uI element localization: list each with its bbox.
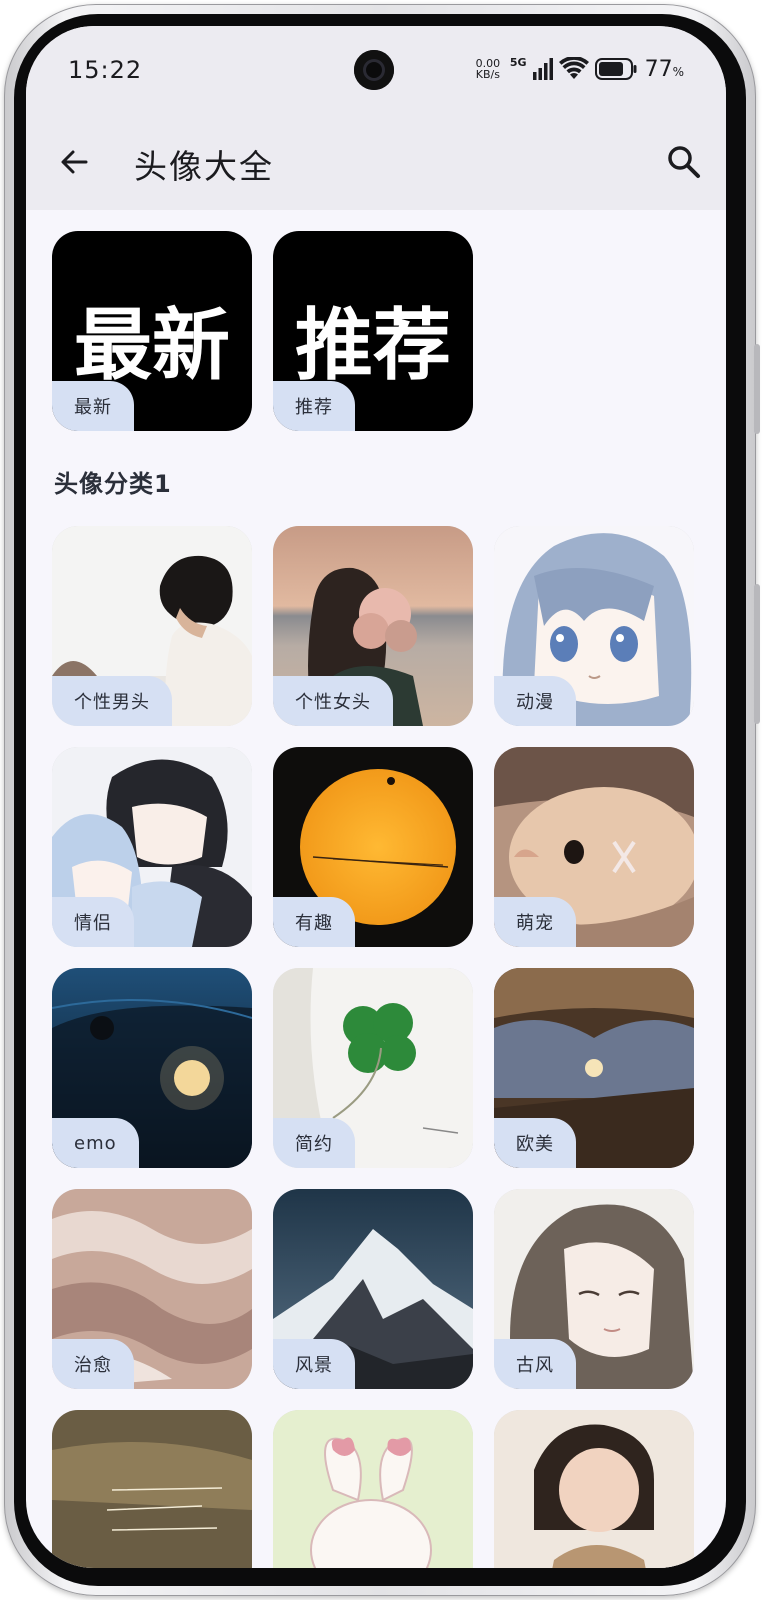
search-button[interactable] [658,136,710,188]
category-tile[interactable]: 古风 [494,1189,694,1389]
category-label: 简约 [273,1118,355,1168]
battery-icon [594,58,637,80]
category-tile[interactable]: 有趣 [273,747,473,947]
category-tile[interactable] [494,1410,694,1568]
net-speed: 0.00 KB/s [472,58,504,80]
category-tile[interactable]: 治愈 [52,1189,252,1389]
signal-icon [532,58,553,80]
arrow-left-icon [61,150,88,174]
featured-label: 推荐 [273,381,355,431]
featured-big-text: 最新 [73,301,230,391]
featured-label: 最新 [52,381,134,431]
net-speed-unit: KB/s [475,68,500,81]
app-bar: 头像大全 [26,116,726,210]
power-button [754,584,760,724]
status-bar: 15:22 0.00 KB/s 5G 77% [26,26,726,116]
category-tile[interactable]: 个性女头 [273,526,473,726]
front-camera [354,50,394,90]
status-time: 15:22 [68,56,143,84]
category-label: 个性女头 [273,676,393,726]
avatar-image-text-photo [52,1410,252,1568]
back-button[interactable] [48,136,100,188]
search-icon [668,146,700,178]
category-label: 欧美 [494,1118,576,1168]
category-tile[interactable] [52,1410,252,1568]
category-label: 治愈 [52,1339,134,1389]
category-label: 情侣 [52,897,134,947]
category-tile[interactable]: 萌宠 [494,747,694,947]
status-icons: 0.00 KB/s 5G 77% [472,56,684,82]
category-tile[interactable]: 欧美 [494,968,694,1168]
featured-tile-recommended[interactable]: 推荐 推荐 [273,231,473,431]
category-tile[interactable]: 简约 [273,968,473,1168]
category-tile[interactable]: emo [52,968,252,1168]
battery-percent-value: 77 [644,56,673,82]
category-label: 古风 [494,1339,576,1389]
avatar-image-girl [494,1410,694,1568]
page-title: 头像大全 [134,147,274,186]
battery-percent-unit: % [672,64,684,79]
avatar-image-bunny [273,1410,473,1568]
category-tile[interactable]: 风景 [273,1189,473,1389]
category-label: emo [52,1118,139,1168]
category-label: 个性男头 [52,676,172,726]
category-tile[interactable]: 情侣 [52,747,252,947]
wifi-icon [558,57,589,79]
category-tile[interactable] [273,1410,473,1568]
content-scroll[interactable]: 最新 最新 推荐 推荐 头像分类1 个性男头 个性女头 动漫 情侣 有趣 萌宠 … [26,210,726,1568]
battery-percent: 77% [645,57,684,82]
category-label: 萌宠 [494,897,576,947]
category-label: 有趣 [273,897,355,947]
network-type: 5G [509,56,527,69]
volume-button [754,344,760,434]
featured-tile-latest[interactable]: 最新 最新 [52,231,252,431]
category-tile[interactable]: 个性男头 [52,526,252,726]
category-tile[interactable]: 动漫 [494,526,694,726]
category-label: 风景 [273,1339,355,1389]
featured-big-text: 推荐 [294,301,451,391]
category-label: 动漫 [494,676,576,726]
section-title: 头像分类1 [54,470,172,498]
screen: 15:22 0.00 KB/s 5G 77% 头像大全 最新 最新 推荐 推荐 … [26,26,726,1568]
